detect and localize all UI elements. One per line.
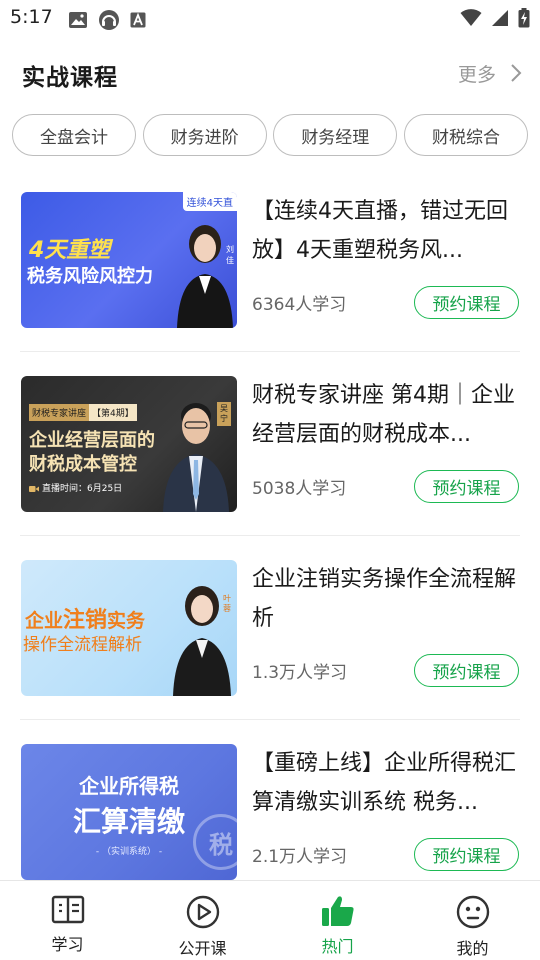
- thumbnail-issue: 【第4期】: [89, 404, 137, 421]
- presenter-name: 叶蓉: [223, 594, 231, 613]
- nav-label: 热门: [321, 937, 354, 956]
- learner-count: 1.3万人学习: [252, 663, 348, 683]
- learner-count: 6364人学习: [252, 295, 347, 315]
- category-chips: 全盘会计 财务进阶 财务经理 财税综合: [12, 114, 528, 156]
- status-bar: 5:17: [0, 0, 540, 36]
- chip-all-accounting[interactable]: 全盘会计: [12, 114, 136, 156]
- status-time: 5:17: [10, 6, 53, 28]
- thumbnail-subline: 财税成本管控: [29, 454, 137, 475]
- presenter-image: [177, 225, 233, 328]
- thumbnail-badge: 连续4天直: [182, 192, 237, 211]
- divider: [20, 535, 520, 536]
- presenter-name: 刘佳: [226, 245, 234, 265]
- course-title[interactable]: 【连续4天直播，错过无回放】4天重塑税务风...: [252, 192, 522, 270]
- course-card[interactable]: 企业注销实务 操作全流程解析 叶蓉 企业注销实务操作全流程解析 1.3万人学习 …: [20, 560, 520, 744]
- bottom-navigation: 学习 公开课 热门 我的: [0, 880, 540, 960]
- nav-label: 公开课: [178, 939, 227, 958]
- divider: [20, 351, 520, 352]
- profile-face-icon: [456, 895, 490, 933]
- more-link[interactable]: 更多: [458, 58, 522, 88]
- divider: [20, 719, 520, 720]
- nav-label: 学习: [51, 935, 84, 954]
- course-card[interactable]: 财税专家讲座 【第4期】 企业经营层面的 财税成本管控 直播时间：6月25日 吴…: [20, 376, 520, 560]
- course-title[interactable]: 企业注销实务操作全流程解析: [252, 560, 522, 638]
- nav-label: 我的: [456, 939, 489, 958]
- chip-tax-comprehensive[interactable]: 财税综合: [403, 114, 528, 156]
- thumbnail-subline: 操作全流程解析: [23, 635, 142, 655]
- signal-icon: [491, 9, 509, 31]
- learner-count: 5038人学习: [252, 479, 347, 499]
- nav-hot[interactable]: 热门: [270, 881, 405, 960]
- reserve-course-button[interactable]: 预约课程: [414, 286, 519, 319]
- headset-notification-icon: [98, 9, 120, 35]
- reserve-course-button[interactable]: 预约课程: [414, 838, 519, 871]
- battery-charging-icon: [518, 8, 530, 32]
- more-label: 更多: [457, 63, 496, 86]
- course-thumbnail[interactable]: 企业注销实务 操作全流程解析 叶蓉: [21, 560, 237, 696]
- thumbnail-headline: 企业经营层面的: [29, 430, 155, 451]
- course-title[interactable]: 【重磅上线】企业所得税汇算清缴实训系统 税务...: [252, 744, 522, 822]
- thumbnail-headline: 4天重塑: [29, 238, 111, 263]
- chip-finance-manager[interactable]: 财务经理: [273, 114, 398, 156]
- play-circle-icon: [186, 895, 220, 933]
- course-thumbnail[interactable]: 连续4天直 4天重塑 税务风险风控力 刘佳: [21, 192, 237, 328]
- learner-count: 2.1万人学习: [252, 847, 348, 867]
- tax-seal-watermark: 税: [193, 814, 237, 870]
- thumbnail-air-time: 直播时间：6月25日: [42, 484, 123, 494]
- presenter-name: 吴宁: [217, 402, 231, 426]
- nav-mine[interactable]: 我的: [405, 881, 540, 960]
- gallery-notification-icon: [68, 11, 88, 33]
- font-notification-icon: [130, 12, 146, 32]
- course-thumbnail[interactable]: 企业所得税 汇算清缴 - （实训系统） - 税: [21, 744, 237, 880]
- video-icon: [29, 478, 39, 497]
- chip-finance-advanced[interactable]: 财务进阶: [142, 114, 267, 156]
- chevron-right-icon: [510, 63, 522, 83]
- section-title: 实战课程: [22, 65, 118, 91]
- book-icon: [51, 895, 85, 929]
- reserve-course-button[interactable]: 预约课程: [414, 470, 519, 503]
- thumbnail-tag: 财税专家讲座: [29, 404, 90, 421]
- nav-study[interactable]: 学习: [0, 881, 135, 960]
- course-title[interactable]: 财税专家讲座 第4期｜企业经营层面的财税成本...: [252, 376, 522, 454]
- thumbnail-subline: 税务风险风控力: [27, 266, 153, 287]
- course-thumbnail[interactable]: 财税专家讲座 【第4期】 企业经营层面的 财税成本管控 直播时间：6月25日 吴…: [21, 376, 237, 512]
- thumbnail-headline: 企业所得税: [79, 774, 179, 798]
- reserve-course-button[interactable]: 预约课程: [414, 654, 519, 687]
- thumbs-up-icon: [321, 895, 355, 931]
- course-card[interactable]: 连续4天直 4天重塑 税务风险风控力 刘佳 【连续4天直播，错过无回放】4天重塑…: [20, 192, 520, 376]
- nav-open-class[interactable]: 公开课: [135, 881, 270, 960]
- wifi-icon: [460, 9, 482, 31]
